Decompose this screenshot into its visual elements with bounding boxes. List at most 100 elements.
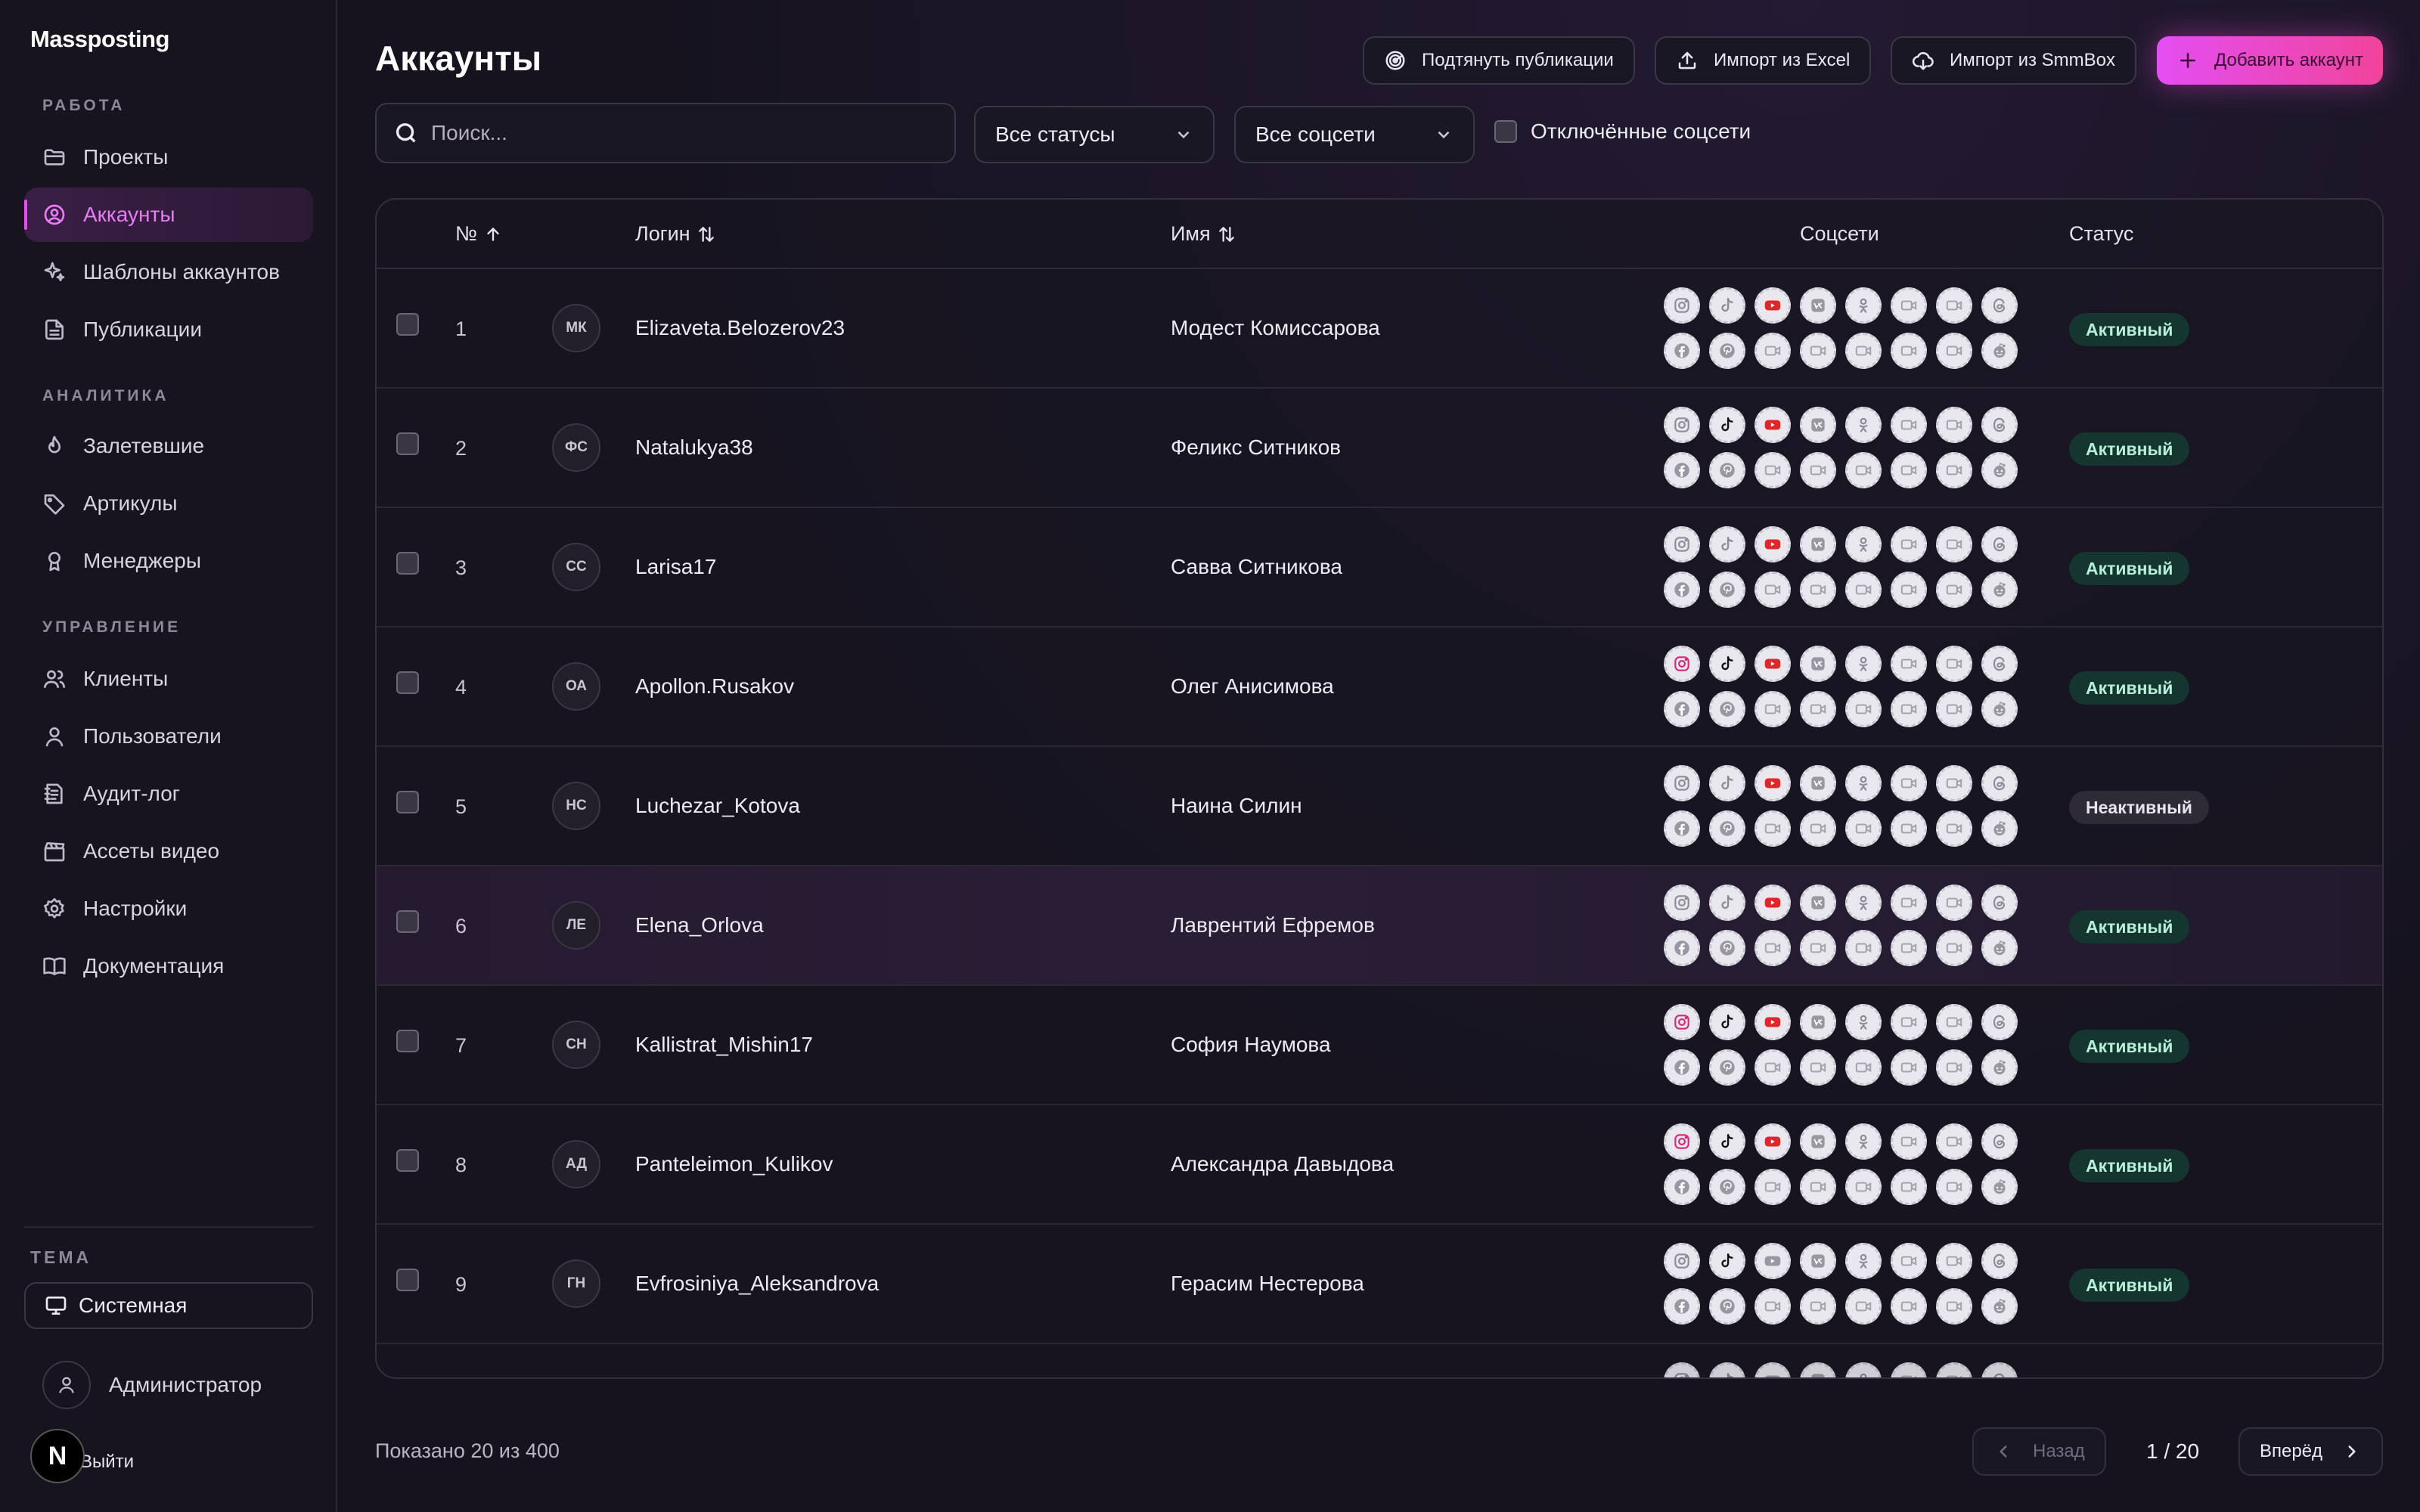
prev-page-button[interactable]: Назад	[1972, 1427, 2106, 1476]
pinterest-icon[interactable]	[1709, 1049, 1745, 1086]
sidebar-item-publications[interactable]: Публикации	[24, 302, 313, 357]
video-icon[interactable]	[1936, 452, 1972, 488]
instagram-icon[interactable]	[1664, 765, 1700, 801]
logout-button[interactable]: Выйти	[80, 1452, 134, 1473]
video-icon[interactable]	[1800, 572, 1836, 608]
vk-icon[interactable]	[1800, 646, 1836, 682]
threads-icon[interactable]	[1981, 407, 2018, 443]
sidebar-item-video-assets[interactable]: Ассеты видео	[24, 824, 313, 878]
tiktok-icon[interactable]	[1709, 407, 1745, 443]
video-icon[interactable]	[1800, 1288, 1836, 1325]
video-icon[interactable]	[1891, 333, 1927, 369]
video-icon[interactable]	[1891, 646, 1927, 682]
reddit-icon[interactable]	[1981, 333, 2018, 369]
video-icon[interactable]	[1936, 333, 1972, 369]
disabled-networks-toggle[interactable]: Отключённые соцсети	[1494, 119, 1751, 144]
import-excel-button[interactable]: Импорт из Excel	[1655, 36, 1872, 85]
video-icon[interactable]	[1936, 1169, 1972, 1205]
row-checkbox[interactable]	[396, 1269, 419, 1291]
video-icon[interactable]	[1891, 765, 1927, 801]
video-icon[interactable]	[1936, 407, 1972, 443]
row-checkbox[interactable]	[396, 791, 419, 813]
table-row[interactable]: 4 ОА Apollon.Rusakov Олег Анисимова Акти…	[377, 627, 2382, 747]
video-icon[interactable]	[1891, 1169, 1927, 1205]
odnoklassniki-icon[interactable]	[1845, 885, 1882, 921]
reddit-icon[interactable]	[1981, 930, 2018, 966]
video-icon[interactable]	[1936, 1123, 1972, 1160]
youtube-icon[interactable]	[1754, 407, 1791, 443]
video-icon[interactable]	[1754, 810, 1791, 847]
video-icon[interactable]	[1936, 287, 1972, 324]
row-login[interactable]: Evfrosiniya_Aleksandrova	[635, 1272, 879, 1296]
video-icon[interactable]	[1845, 333, 1882, 369]
video-icon[interactable]	[1891, 885, 1927, 921]
facebook-icon[interactable]	[1664, 1049, 1700, 1086]
row-checkbox[interactable]	[396, 1030, 419, 1052]
sidebar-item-trending[interactable]: Залетевшие	[24, 419, 313, 473]
vk-icon[interactable]	[1800, 1004, 1836, 1040]
video-icon[interactable]	[1936, 1004, 1972, 1040]
sidebar-item-accounts[interactable]: Аккаунты	[24, 187, 313, 242]
youtube-icon[interactable]	[1754, 1004, 1791, 1040]
facebook-icon[interactable]	[1664, 1169, 1700, 1205]
video-icon[interactable]	[1754, 691, 1791, 727]
column-login[interactable]: Логин	[635, 222, 716, 246]
video-icon[interactable]	[1754, 333, 1791, 369]
table-row[interactable]: 9 ГН Evfrosiniya_Aleksandrova Герасим Не…	[377, 1225, 2382, 1344]
table-row[interactable]: 6 ЛЕ Elena_Orlova Лаврентий Ефремов Акти…	[377, 866, 2382, 986]
row-login[interactable]: Panteleimon_Kulikov	[635, 1152, 833, 1176]
pull-publications-button[interactable]: Подтянуть публикации	[1363, 36, 1635, 85]
sidebar-item-clients[interactable]: Клиенты	[24, 652, 313, 706]
video-icon[interactable]	[1845, 810, 1882, 847]
instagram-icon[interactable]	[1664, 885, 1700, 921]
disabled-networks-checkbox[interactable]	[1494, 120, 1517, 143]
facebook-icon[interactable]	[1664, 810, 1700, 847]
video-icon[interactable]	[1845, 452, 1882, 488]
sidebar-item-projects[interactable]: Проекты	[24, 130, 313, 184]
vk-icon[interactable]	[1800, 526, 1836, 562]
video-icon[interactable]	[1845, 572, 1882, 608]
network-filter-select[interactable]: Все соцсети	[1234, 106, 1475, 163]
video-icon[interactable]	[1891, 452, 1927, 488]
theme-select-button[interactable]: Системная	[24, 1282, 313, 1329]
video-icon[interactable]	[1936, 526, 1972, 562]
table-row[interactable]: 2 ФС Natalukya38 Феликс Ситников Активны…	[377, 389, 2382, 508]
video-icon[interactable]	[1800, 1169, 1836, 1205]
video-icon[interactable]	[1800, 810, 1836, 847]
video-icon[interactable]	[1891, 1004, 1927, 1040]
facebook-icon[interactable]	[1664, 452, 1700, 488]
video-icon[interactable]	[1754, 452, 1791, 488]
row-login[interactable]: Elena_Orlova	[635, 913, 764, 937]
video-icon[interactable]	[1936, 1243, 1972, 1279]
pinterest-icon[interactable]	[1709, 810, 1745, 847]
instagram-icon[interactable]	[1664, 646, 1700, 682]
vk-icon[interactable]	[1800, 287, 1836, 324]
sidebar-item-audit-log[interactable]: Аудит-лог	[24, 767, 313, 821]
instagram-icon[interactable]	[1664, 1123, 1700, 1160]
instagram-icon[interactable]	[1664, 1004, 1700, 1040]
user-profile[interactable]: Администратор	[42, 1361, 262, 1409]
reddit-icon[interactable]	[1981, 810, 2018, 847]
row-checkbox[interactable]	[396, 671, 419, 694]
pinterest-icon[interactable]	[1709, 333, 1745, 369]
threads-icon[interactable]	[1981, 1243, 2018, 1279]
row-login[interactable]: Luchezar_Kotova	[635, 794, 800, 818]
sidebar-item-settings[interactable]: Настройки	[24, 881, 313, 936]
reddit-icon[interactable]	[1981, 1049, 2018, 1086]
youtube-icon[interactable]	[1754, 1362, 1791, 1377]
video-icon[interactable]	[1891, 287, 1927, 324]
video-icon[interactable]	[1891, 1362, 1927, 1377]
pinterest-icon[interactable]	[1709, 452, 1745, 488]
tiktok-icon[interactable]	[1709, 1123, 1745, 1160]
video-icon[interactable]	[1891, 1049, 1927, 1086]
video-icon[interactable]	[1936, 765, 1972, 801]
threads-icon[interactable]	[1981, 526, 2018, 562]
odnoklassniki-icon[interactable]	[1845, 526, 1882, 562]
instagram-icon[interactable]	[1664, 526, 1700, 562]
facebook-icon[interactable]	[1664, 930, 1700, 966]
odnoklassniki-icon[interactable]	[1845, 407, 1882, 443]
tiktok-icon[interactable]	[1709, 765, 1745, 801]
video-icon[interactable]	[1936, 930, 1972, 966]
row-login[interactable]: Apollon.Rusakov	[635, 674, 794, 699]
odnoklassniki-icon[interactable]	[1845, 646, 1882, 682]
